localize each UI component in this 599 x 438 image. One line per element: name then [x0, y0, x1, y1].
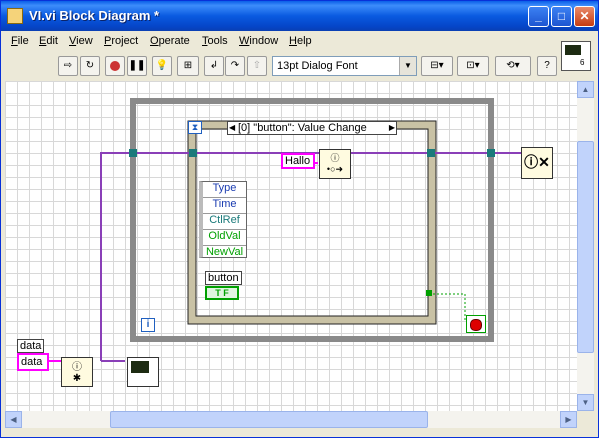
data-label: data — [17, 339, 45, 353]
diagram-canvas[interactable]: ⧗ ◀ [0] "button": Value Change ▶ Type Ti… — [5, 81, 577, 411]
horizontal-scroll-thumb[interactable] — [110, 411, 428, 428]
loop-tunnel-left — [129, 149, 137, 157]
event-field-time: Time — [203, 198, 246, 214]
retain-wire-values-icon[interactable]: ⊞ — [177, 56, 199, 76]
close-reference-icon[interactable]: ⓘ✕ — [521, 147, 553, 179]
scroll-up-icon[interactable]: ▲ — [577, 81, 594, 98]
open-reference-icon[interactable]: ⓘ ✱ — [61, 357, 93, 387]
loop-tunnel-right — [487, 149, 495, 157]
refnum-wire — [100, 152, 525, 361]
scroll-right-icon[interactable]: ▶ — [560, 411, 577, 428]
stop-condition-icon[interactable] — [466, 315, 486, 333]
distribute-objects-icon[interactable]: ⊡▾ — [457, 56, 489, 76]
horizontal-scrollbar[interactable]: ◀ ▶ — [5, 411, 577, 428]
menu-window[interactable]: Window — [239, 35, 278, 47]
abort-icon[interactable] — [105, 56, 125, 76]
menu-tools[interactable]: Tools — [202, 35, 228, 47]
property-node-icon[interactable]: ⓘ •○➜ — [319, 149, 351, 179]
button-boolean-terminal[interactable]: T F — [205, 286, 239, 300]
font-select-value: 13pt Dialog Font — [277, 60, 358, 72]
help-icon[interactable]: ? — [537, 56, 557, 76]
menu-operate[interactable]: Operate — [150, 35, 190, 47]
font-select[interactable]: 13pt Dialog Font ▼ — [272, 56, 417, 76]
pause-icon[interactable]: ❚❚ — [127, 56, 147, 76]
decrement-icon[interactable]: ◀ — [229, 122, 235, 134]
event-tunnel-right — [427, 149, 435, 157]
hourglass-icon: ⧗ — [188, 121, 202, 134]
highlight-execution-icon[interactable]: 💡 — [152, 56, 172, 76]
scroll-down-icon[interactable]: ▼ — [577, 394, 594, 411]
menu-help[interactable]: Help — [289, 35, 312, 47]
menu-file[interactable]: File — [11, 35, 29, 47]
maximize-button[interactable]: □ — [551, 6, 572, 27]
while-loop-border — [130, 98, 494, 342]
version-label: 6 — [580, 58, 585, 67]
menu-bar: File Edit View Project Operate Tools Win… — [1, 31, 598, 53]
event-data-node[interactable]: Type Time CtlRef OldVal NewVal — [199, 181, 247, 258]
run-arrow-icon[interactable]: ⇨ — [58, 56, 78, 76]
step-out-icon[interactable]: ⇧ — [247, 56, 267, 76]
vi-connector-icon[interactable]: 6 — [561, 41, 591, 71]
menu-edit[interactable]: Edit — [39, 35, 58, 47]
align-objects-icon[interactable]: ⊟▾ — [421, 56, 453, 76]
event-case-selector[interactable]: ◀ [0] "button": Value Change ▶ — [227, 121, 397, 135]
event-case-label: [0] "button": Value Change — [238, 122, 367, 134]
block-diagram-window: VI.vi Block Diagram * _ □ ✕ File Edit Vi… — [0, 0, 599, 438]
toolbar: ⇨ ↻ ❚❚ 💡 ⊞ ↲ ↷ ⇧ 13pt Dialog Font ▼ ⊟▾ ⊡… — [1, 53, 598, 79]
subvi-icon[interactable] — [127, 357, 159, 387]
minimize-button[interactable]: _ — [528, 6, 549, 27]
event-field-type: Type — [203, 182, 246, 198]
menu-project[interactable]: Project — [104, 35, 138, 47]
bool-tunnel — [426, 290, 432, 296]
data-string-constant[interactable]: data — [17, 353, 49, 371]
vertical-scrollbar[interactable]: ▲ ▼ — [577, 81, 594, 411]
step-over-icon[interactable]: ↷ — [225, 56, 245, 76]
increment-icon[interactable]: ▶ — [389, 122, 395, 134]
menu-view[interactable]: View — [69, 35, 93, 47]
step-into-icon[interactable]: ↲ — [204, 56, 224, 76]
event-tunnel-left — [189, 149, 197, 157]
button-label: button — [205, 271, 242, 285]
scroll-left-icon[interactable]: ◀ — [5, 411, 22, 428]
vertical-scroll-thumb[interactable] — [577, 141, 594, 353]
event-field-oldval: OldVal — [203, 230, 246, 246]
window-title: VI.vi Block Diagram * — [29, 8, 160, 23]
hallo-string-constant[interactable]: Hallo — [281, 153, 315, 169]
event-field-ctlref: CtlRef — [203, 214, 246, 230]
close-button[interactable]: ✕ — [574, 6, 595, 27]
chevron-down-icon: ▼ — [399, 57, 416, 75]
run-continuous-icon[interactable]: ↻ — [80, 56, 100, 76]
iteration-terminal: i — [141, 318, 155, 332]
reorder-icon[interactable]: ⟲▾ — [495, 56, 531, 76]
title-bar[interactable]: VI.vi Block Diagram * _ □ ✕ — [1, 1, 598, 31]
vi-icon — [7, 8, 23, 24]
event-field-newval: NewVal — [205, 246, 244, 258]
